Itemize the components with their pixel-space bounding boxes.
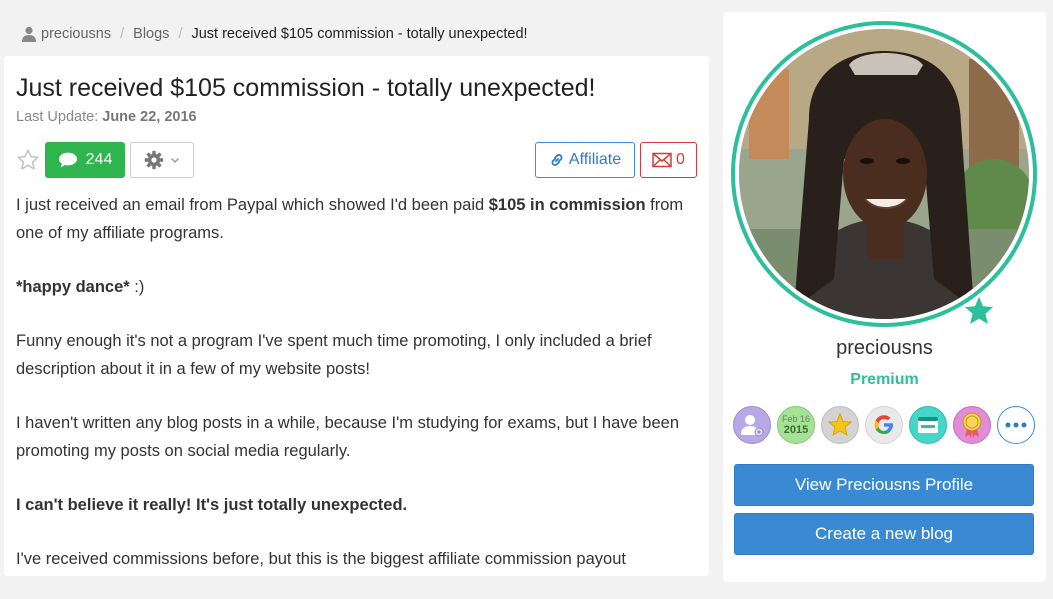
post-body: I just received an email from Paypal whi… (16, 191, 701, 599)
avatar-ring (731, 21, 1037, 327)
post-title: Just received $105 commission - totally … (16, 74, 596, 102)
avatar[interactable] (739, 29, 1029, 319)
affiliate-label: Affiliate (568, 151, 622, 168)
more-badges-button[interactable] (997, 406, 1035, 444)
join-date-badge[interactable]: Feb 16 2015 (777, 406, 815, 444)
spam-count: 0 (676, 151, 685, 168)
user-settings-badge-icon[interactable] (733, 406, 771, 444)
breadcrumb-current: Just received $105 commission - totally … (191, 26, 528, 42)
link-icon (551, 154, 563, 166)
google-badge-icon[interactable] (865, 406, 903, 444)
google-g-icon (874, 415, 893, 434)
user-gear-icon (741, 415, 764, 437)
post-paragraph: I can't believe it really! It's just tot… (16, 491, 701, 519)
browser-window-icon (918, 417, 938, 433)
gold-star-icon (827, 412, 853, 437)
last-update-label: Last Update: (16, 109, 99, 125)
breadcrumb-blogs-link[interactable]: Blogs (133, 26, 169, 42)
comments-button[interactable]: 244 (45, 142, 125, 178)
last-update-date: June 22, 2016 (102, 109, 197, 125)
join-date-month: Feb 16 (781, 414, 811, 424)
breadcrumb: preciousns / Blogs / Just received $105 … (22, 24, 528, 44)
bold-text: I can't believe it really! It's just tot… (16, 496, 408, 514)
bold-text: $105 in commission (488, 196, 646, 214)
text: :) (129, 278, 145, 296)
post-paragraph: I just received an email from Paypal whi… (16, 191, 701, 247)
website-badge-icon[interactable] (909, 406, 947, 444)
membership-level: Premium (850, 371, 919, 388)
last-update: Last Update: June 22, 2016 (16, 109, 197, 125)
view-profile-button[interactable]: View Preciousns Profile (734, 464, 1034, 506)
ribbon-award-icon (962, 412, 982, 438)
spam-report-button[interactable]: 0 (640, 142, 697, 178)
profile-card: preciousns Premium Feb 16 2015 View Prec… (723, 12, 1046, 582)
comment-bubble-icon (58, 152, 77, 168)
breadcrumb-separator: / (178, 26, 183, 42)
breadcrumb-user-link[interactable]: preciousns (41, 26, 111, 42)
chevron-down-icon (171, 158, 179, 163)
text: I just received an email from Paypal whi… (16, 196, 489, 214)
avatar-photo (739, 29, 1029, 319)
create-blog-button[interactable]: Create a new blog (734, 513, 1034, 555)
gear-icon (144, 150, 164, 170)
premium-star-icon (962, 294, 996, 327)
envelope-x-icon (652, 152, 672, 168)
post-paragraph: *happy dance* :) (16, 273, 701, 301)
post-paragraph: I haven't written any blog posts in a wh… (16, 414, 680, 460)
user-icon (22, 26, 36, 42)
badge-list: Feb 16 2015 (733, 406, 1035, 446)
post-card: Just received $105 commission - totally … (4, 56, 709, 576)
join-date-year: 2015 (783, 424, 809, 436)
rank-ribbon-badge-icon[interactable] (953, 406, 991, 444)
breadcrumb-separator: / (120, 26, 125, 42)
more-dots-icon (1005, 422, 1027, 428)
post-paragraph: Funny enough it's not a program I've spe… (16, 332, 652, 378)
comment-count: 244 (85, 151, 113, 168)
settings-dropdown-button[interactable] (130, 142, 194, 178)
profile-username[interactable]: preciousns (723, 337, 1046, 360)
star-badge-icon[interactable] (821, 406, 859, 444)
bold-text: *happy dance* (16, 278, 130, 296)
star-icon[interactable] (16, 148, 40, 172)
affiliate-button[interactable]: Affiliate (535, 142, 635, 178)
